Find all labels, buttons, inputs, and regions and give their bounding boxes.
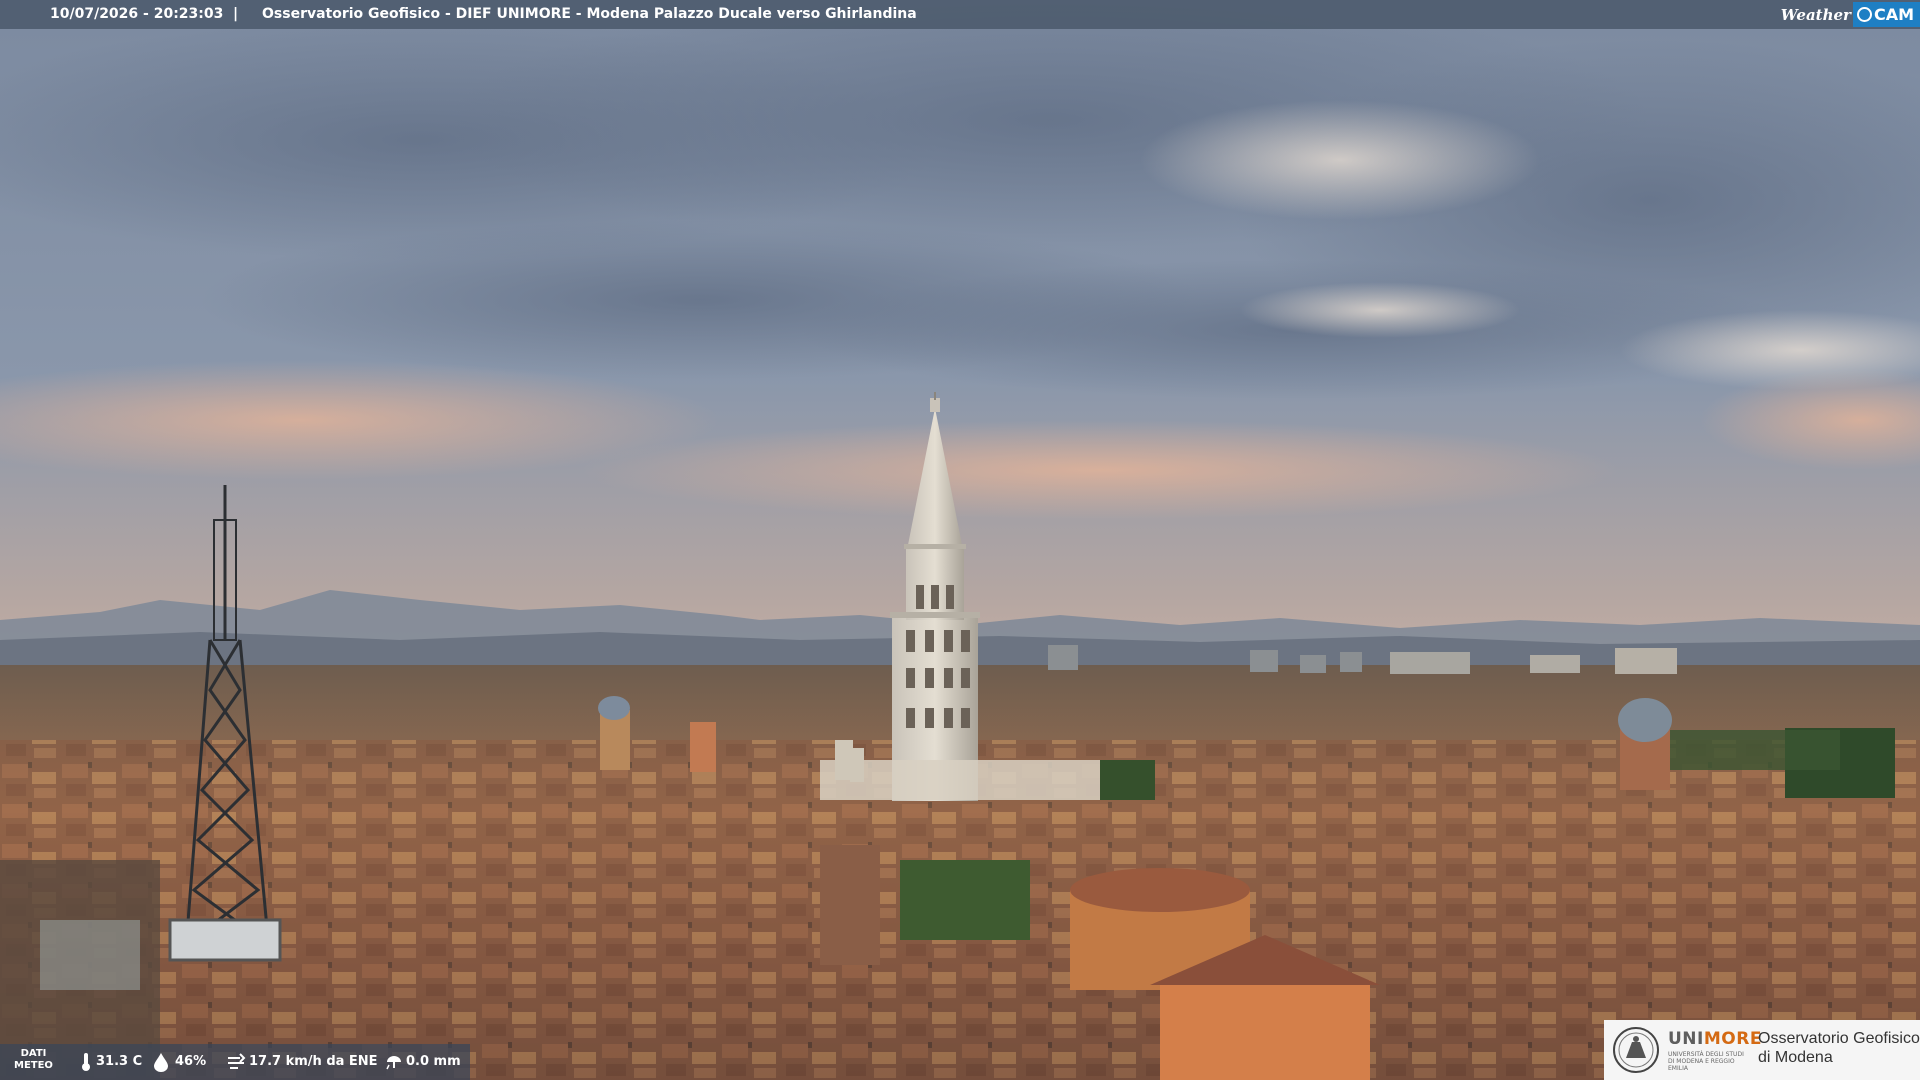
unimore-crest-icon: [1613, 1027, 1659, 1073]
thermometer-icon: [82, 1053, 90, 1071]
rain-icon: [386, 1056, 401, 1070]
rain-value: 0.0 mm: [406, 1054, 461, 1069]
weathercam-logo: Weather CAM: [1781, 0, 1920, 29]
observatory-name: Osservatorio Geofisico di Modena: [1758, 1030, 1920, 1066]
timestamp: 10/07/2026 - 20:23:03: [50, 6, 224, 22]
meteo-label: DATI METEO: [14, 1048, 53, 1071]
unimore-subtitle: UNIVERSITÀ DEGLI STUDI DI MODENA E REGGI…: [1668, 1051, 1744, 1072]
humidity-value: 46%: [175, 1054, 207, 1069]
unimore-wordmark: UNIMORE: [1668, 1029, 1762, 1049]
camera-title: Osservatorio Geofisico - DIEF UNIMORE - …: [262, 6, 917, 22]
top-info-bar: 10/07/2026 - 20:23:03 | Osservatorio Geo…: [0, 0, 1920, 29]
meteo-data-bar: DATI METEO 31.3 C 46% 17.7 km/h da ENE 0…: [0, 1044, 470, 1080]
temperature-value: 31.3 C: [96, 1054, 143, 1069]
wind-icon: [228, 1053, 246, 1069]
weathercam-logo-weather: Weather: [1780, 5, 1851, 24]
webcam-scene: [0, 0, 1920, 1080]
weathercam-logo-cam: CAM: [1852, 2, 1920, 27]
droplet-icon: [154, 1053, 168, 1072]
unimore-observatory-logo: UNIMORE UNIVERSITÀ DEGLI STUDI DI MODENA…: [1604, 1020, 1920, 1080]
camera-lens-icon: [1856, 7, 1872, 22]
wind-value: 17.7 km/h da ENE: [249, 1054, 378, 1069]
header-separator: |: [233, 6, 239, 22]
